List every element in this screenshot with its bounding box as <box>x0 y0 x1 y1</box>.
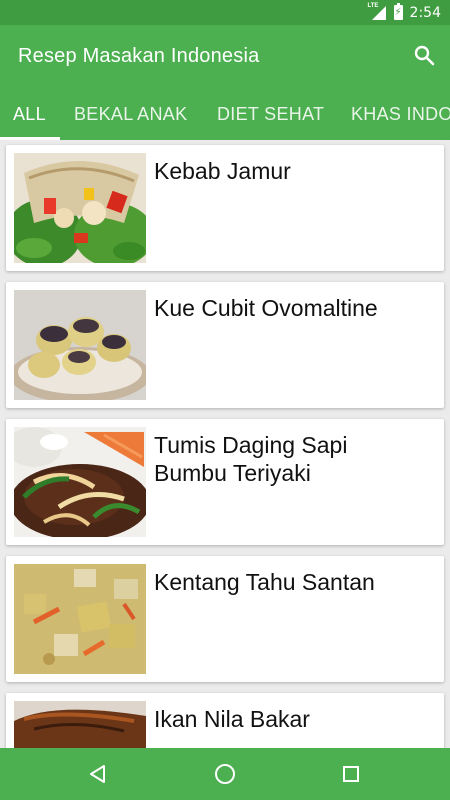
search-button[interactable] <box>408 39 440 71</box>
recipe-card-kue-cubit[interactable]: Kue Cubit Ovomaltine <box>6 282 444 408</box>
recipe-list[interactable]: Kebab Jamur Kue Cubit Ovomaltine Tumis D… <box>0 140 450 748</box>
recipe-card-tumis-daging[interactable]: Tumis Daging Sapi Bumbu Teriyaki <box>6 419 444 545</box>
recipe-title: Tumis Daging Sapi Bumbu Teriyaki <box>154 432 348 486</box>
home-button[interactable] <box>209 758 241 790</box>
recipe-title: Ikan Nila Bakar <box>154 706 310 732</box>
recipe-title: Kue Cubit Ovomaltine <box>154 295 378 321</box>
status-bar: LTE ⚡ 2:54 <box>0 0 450 25</box>
tab-bekal-anak[interactable]: BEKAL ANAK <box>74 89 187 140</box>
app-bar: Resep Masakan Indonesia <box>0 25 450 89</box>
back-icon <box>90 765 105 783</box>
recents-button[interactable] <box>335 758 367 790</box>
navigation-bar <box>0 748 450 800</box>
category-tabs: ALL BEKAL ANAK DIET SEHAT KHAS INDO <box>0 89 450 140</box>
home-icon <box>215 764 235 784</box>
recipe-title: Kebab Jamur <box>154 158 291 184</box>
recipe-image <box>14 290 146 400</box>
recipe-title: Kentang Tahu Santan <box>154 569 375 595</box>
battery-icon: ⚡ <box>393 3 403 20</box>
lte-signal-icon: LTE <box>367 2 387 21</box>
search-icon <box>414 45 435 66</box>
tab-diet-sehat[interactable]: DIET SEHAT <box>217 89 324 140</box>
recipe-image <box>14 701 146 748</box>
app-title: Resep Masakan Indonesia <box>18 45 260 67</box>
status-time: 2:54 <box>409 4 441 21</box>
tab-all[interactable]: ALL <box>13 89 46 140</box>
recipe-image <box>14 153 146 263</box>
recipe-image <box>14 564 146 674</box>
tab-khas-indo[interactable]: KHAS INDO <box>351 89 450 140</box>
network-type: LTE <box>367 2 379 9</box>
recipe-card-ikan-nila[interactable]: Ikan Nila Bakar <box>6 693 444 748</box>
recipe-image <box>14 427 146 537</box>
back-button[interactable] <box>82 758 114 790</box>
recipe-card-kentang-tahu[interactable]: Kentang Tahu Santan <box>6 556 444 682</box>
recipe-card-kebab-jamur[interactable]: Kebab Jamur <box>6 145 444 271</box>
recents-icon <box>343 766 359 782</box>
